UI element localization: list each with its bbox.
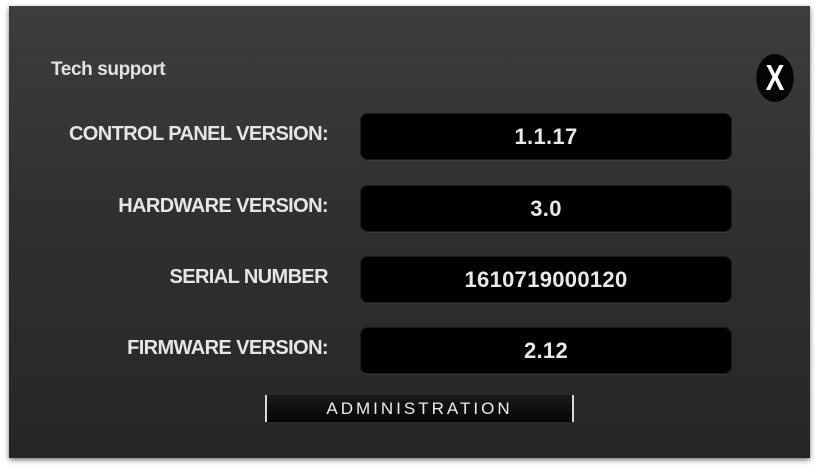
hardware-version-label: HARDWARE VERSION: — [118, 195, 328, 217]
administration-button[interactable]: ADMINISTRATION — [265, 395, 574, 422]
firmware-version-label: FIRMWARE VERSION: — [127, 337, 329, 359]
serial-number-value: 1610719000120 — [360, 256, 732, 303]
dialog-title: Tech support — [51, 59, 166, 80]
serial-number-label: SERIAL NUMBER — [169, 266, 328, 288]
control-panel-version-value: 1.1.17 — [360, 113, 732, 160]
close-button[interactable]: X — [756, 54, 794, 102]
control-panel-version-label: CONTROL PANEL VERSION: — [68, 123, 329, 145]
hardware-version-value: 3.0 — [360, 185, 732, 232]
firmware-version-value: 2.12 — [360, 327, 732, 374]
tech-support-dialog: Tech support X CONTROL PANEL VERSION: 1.… — [9, 6, 810, 458]
